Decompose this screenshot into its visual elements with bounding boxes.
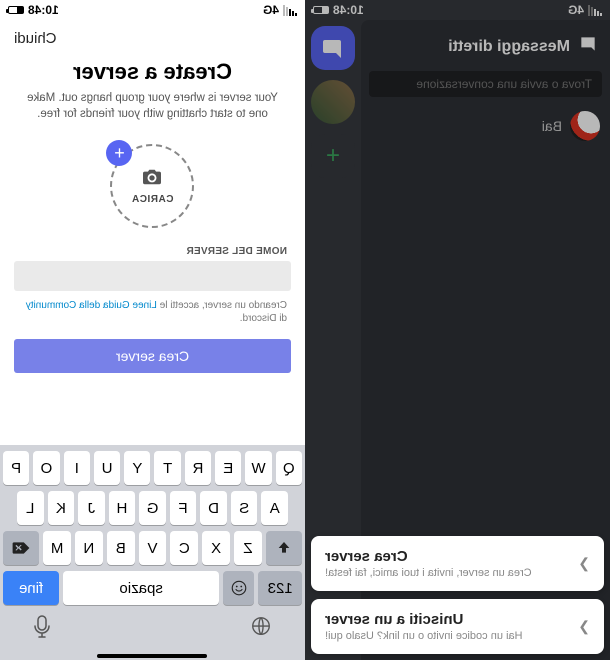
key-space[interactable]: spazio bbox=[63, 571, 219, 605]
key-z[interactable]: Z bbox=[234, 531, 262, 565]
home-indicator bbox=[98, 654, 208, 658]
key-q[interactable]: Q bbox=[276, 451, 302, 485]
key-f[interactable]: F bbox=[170, 491, 197, 525]
key-o[interactable]: O bbox=[33, 451, 59, 485]
server-name-label: NOME DEL SERVER bbox=[0, 240, 305, 261]
key-p[interactable]: P bbox=[3, 451, 29, 485]
page-title: Create a server bbox=[0, 57, 305, 87]
key-k[interactable]: K bbox=[48, 491, 75, 525]
keyboard-row-4: 123 spazio fine bbox=[3, 571, 302, 605]
upload-server-icon[interactable]: CARICA + bbox=[111, 144, 195, 228]
key-g[interactable]: G bbox=[139, 491, 166, 525]
key-emoji[interactable] bbox=[223, 571, 254, 605]
key-w[interactable]: W bbox=[245, 451, 271, 485]
page-subtitle: Your server is where your group hangs ou… bbox=[0, 87, 305, 136]
clock: 10:48 bbox=[28, 3, 59, 17]
key-backspace[interactable] bbox=[3, 531, 39, 565]
key-u[interactable]: U bbox=[94, 451, 120, 485]
signal-icon bbox=[283, 5, 297, 16]
key-n[interactable]: N bbox=[75, 531, 103, 565]
status-bar: 4G 10:48 bbox=[0, 0, 305, 20]
close-button[interactable]: Chiudi bbox=[14, 30, 57, 47]
keyboard-row-3: Z X C V B N M bbox=[3, 531, 302, 565]
key-r[interactable]: R bbox=[185, 451, 211, 485]
sheet-create-title: Crea server bbox=[325, 548, 568, 565]
upload-label: CARICA bbox=[132, 194, 174, 205]
key-y[interactable]: Y bbox=[124, 451, 150, 485]
keyboard-bottom-row bbox=[3, 611, 302, 644]
sheet-create-sub: Crea un server, invita i tuoi amici, fai… bbox=[325, 567, 568, 579]
key-e[interactable]: E bbox=[215, 451, 241, 485]
sheet-join-title: Unisciti a un server bbox=[325, 611, 568, 628]
terms-text: Creando un server, accetti le Linee Guid… bbox=[0, 291, 305, 339]
key-t[interactable]: T bbox=[155, 451, 181, 485]
key-a[interactable]: A bbox=[261, 491, 288, 525]
key-i[interactable]: I bbox=[64, 451, 90, 485]
sheet-join-server[interactable]: ❯ Unisciti a un server Hai un codice inv… bbox=[311, 599, 604, 654]
key-x[interactable]: X bbox=[202, 531, 230, 565]
keyboard-row-1: Q W E R T Y U I O P bbox=[3, 451, 302, 485]
plus-icon: + bbox=[107, 140, 133, 166]
key-b[interactable]: B bbox=[107, 531, 135, 565]
direct-messages-screen: 4G 10:48 Messaggi diretti Bai + ❯ bbox=[305, 0, 610, 660]
key-done[interactable]: fine bbox=[3, 571, 59, 605]
action-sheet: ❯ Crea server Crea un server, invita i t… bbox=[311, 536, 604, 654]
key-h[interactable]: H bbox=[109, 491, 136, 525]
camera-icon bbox=[142, 168, 164, 192]
key-numbers[interactable]: 123 bbox=[258, 571, 302, 605]
key-s[interactable]: S bbox=[231, 491, 258, 525]
key-shift[interactable] bbox=[266, 531, 302, 565]
key-j[interactable]: J bbox=[78, 491, 105, 525]
key-v[interactable]: V bbox=[139, 531, 167, 565]
chevron-right-icon: ❯ bbox=[578, 618, 590, 635]
key-d[interactable]: D bbox=[200, 491, 227, 525]
keyboard: Q W E R T Y U I O P A S D F G H J K L Z bbox=[0, 445, 305, 660]
chevron-right-icon: ❯ bbox=[578, 555, 590, 572]
sheet-create-server[interactable]: ❯ Crea server Crea un server, invita i t… bbox=[311, 536, 604, 591]
keyboard-row-2: A S D F G H J K L bbox=[3, 491, 302, 525]
create-server-screen: 4G 10:48 Chiudi Create a server Your ser… bbox=[0, 0, 305, 660]
server-name-input[interactable] bbox=[14, 261, 291, 291]
sheet-join-sub: Hai un codice invito o un link? Usalo qu… bbox=[325, 630, 568, 642]
key-l[interactable]: L bbox=[17, 491, 44, 525]
community-guidelines-link[interactable]: Linee Guida della Community bbox=[26, 300, 157, 311]
mic-icon[interactable] bbox=[33, 615, 51, 644]
create-server-button[interactable]: Crea server bbox=[14, 339, 291, 373]
key-m[interactable]: M bbox=[43, 531, 71, 565]
carrier-label: 4G bbox=[263, 3, 279, 17]
globe-icon[interactable] bbox=[250, 615, 272, 644]
key-c[interactable]: C bbox=[170, 531, 198, 565]
battery-icon bbox=[8, 6, 24, 14]
